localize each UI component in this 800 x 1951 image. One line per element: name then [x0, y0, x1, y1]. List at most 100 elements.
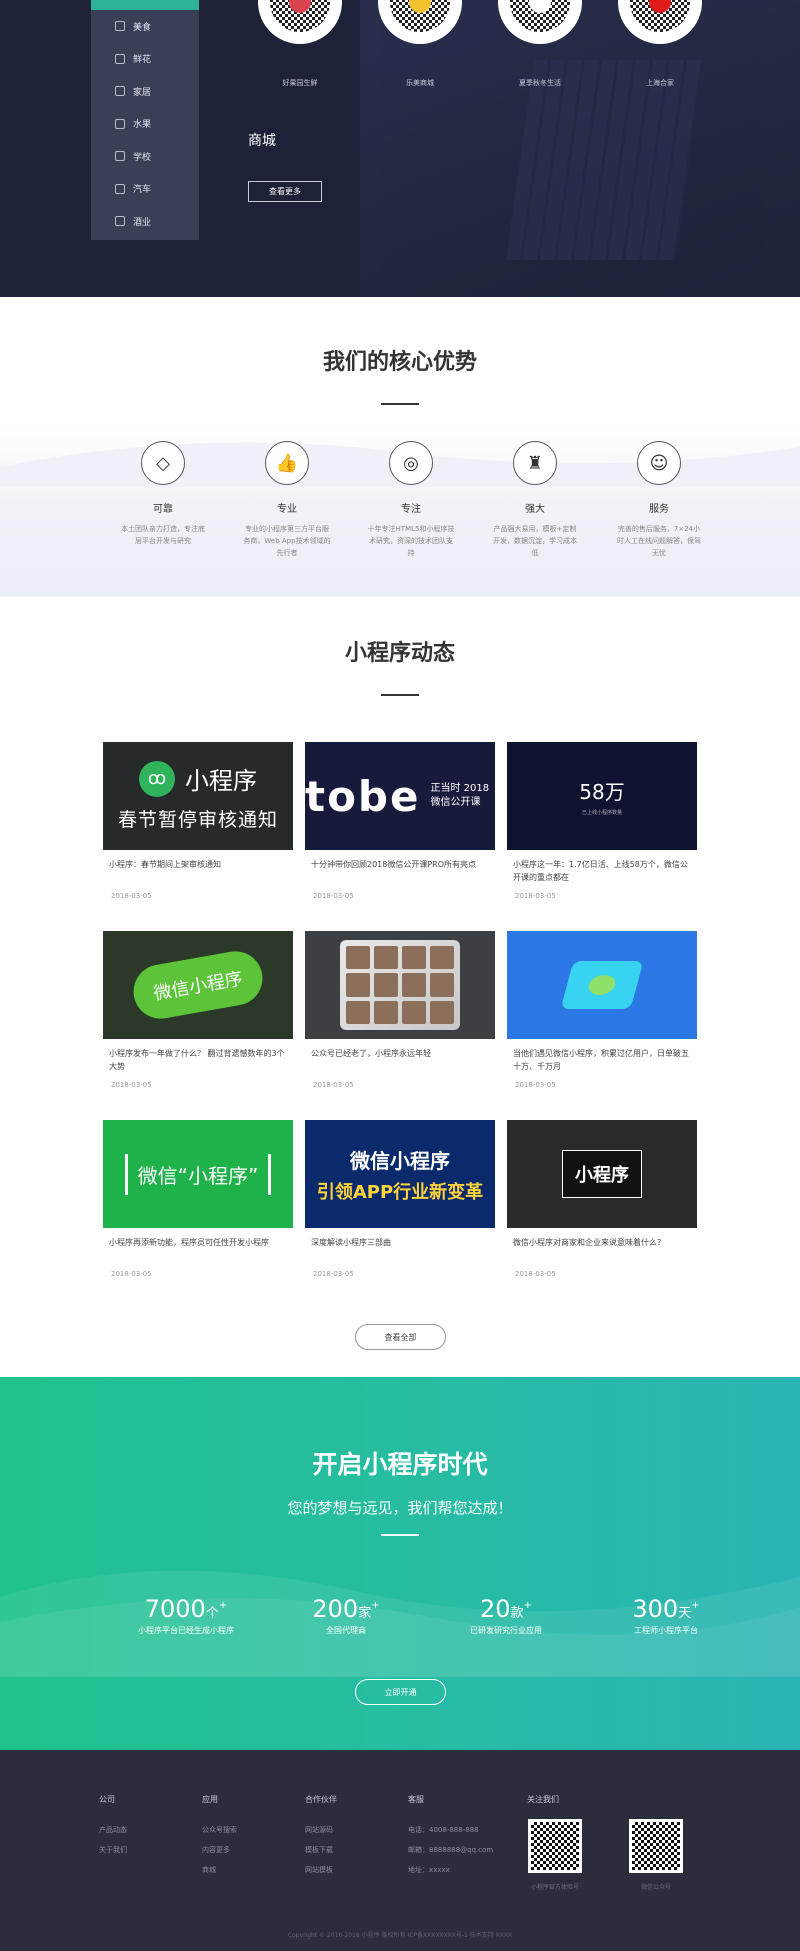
stats-row: 7000个+ 小程序平台已经生成小程序 200家+ 全国代理商 20款+ 已研发… [106, 1595, 746, 1636]
thumbnail-text: 微信“小程序” [124, 1153, 272, 1195]
menu-item-flower[interactable]: 鲜花 [91, 43, 199, 76]
news-thumbnail: 微信“小程序” [103, 1120, 293, 1228]
advantage-item: ☺ 服务 完善的售后服务，7×24小时人工在线问题解答，保驾无忧 [597, 441, 721, 559]
advantage-name: 专注 [401, 504, 421, 515]
news-title[interactable]: 小程序发布一年做了什么？ 翻过背遗憾数年的3个大势 [103, 1047, 293, 1073]
footer-link[interactable]: 网站源码 [305, 1825, 337, 1835]
site-footer: 公司 产品动态 关于我们 应用 公众号搜索 内容更多 商城 合作伙伴 网站源码 … [0, 1750, 800, 1951]
cta-title: 开启小程序时代 [312, 1450, 488, 1479]
news-card[interactable]: 小程序 微信小程序对商家和企业来说意味着什么？ 2018-03-05 [507, 1120, 697, 1309]
footer-column-company: 公司 产品动态 关于我们 [99, 1794, 127, 1855]
advantage-item: ♜ 强大 产品强大易用，模板+定制开发，数据沉淀，学习成本低 [473, 441, 597, 559]
news-title[interactable]: 微信小程序对商家和企业来说意味着什么？ [507, 1236, 697, 1262]
school-icon [115, 151, 125, 162]
hero-banner: 美食 鲜花 家居 水果 学校 汽车 酒业 好果园生鲜 乐美商城 夏季秋冬生活 上… [0, 0, 800, 297]
qr-code-image [618, 0, 702, 44]
thumbnail-text: 微信小程序 [350, 1148, 450, 1173]
footer-link[interactable]: 商城 [202, 1865, 237, 1875]
news-card[interactable]: ꝏ 小程序 春节暂停审核通知 小程序：春节期间上架审核通知 2018-03-05 [103, 742, 293, 931]
footer-column-apps: 应用 公众号搜索 内容更多 商城 [202, 1794, 237, 1875]
footer-column-title: 合作伙伴 [305, 1795, 337, 1804]
flower-icon [115, 53, 125, 64]
footer-column-support: 客服 电话：4008-888-888 邮箱：8888888@qq.com 地址：… [408, 1794, 493, 1875]
target-icon: ◎ [389, 441, 433, 485]
news-date: 2018-03-05 [515, 1270, 556, 1278]
news-card[interactable]: 微信小程序 引领APP行业新变革 深度解读小程序三部曲 2018-03-05 [305, 1120, 495, 1309]
stat-number: 7000 [144, 1595, 206, 1623]
footer-link[interactable]: 网站模板 [305, 1865, 337, 1875]
news-card[interactable]: 微信小程序 小程序发布一年做了什么？ 翻过背遗憾数年的3个大势 2018-03-… [103, 931, 293, 1120]
footer-column-title: 应用 [202, 1795, 218, 1804]
news-title[interactable]: 深度解读小程序三部曲 [305, 1236, 495, 1262]
stat-label: 工程师小程序平台 [634, 1626, 698, 1635]
news-card[interactable]: 58万 已上线小程序数量 小程序这一年：1.7亿日活、上线58万个，微信公开课的… [507, 742, 697, 931]
news-date: 2018-03-05 [313, 1270, 354, 1278]
menu-item-school[interactable]: 学校 [91, 140, 199, 173]
stat-item: 20款+ 已研发研究行业应用 [426, 1595, 586, 1636]
menu-item-fruit[interactable]: 水果 [91, 108, 199, 141]
menu-item-food[interactable]: 美食 [91, 10, 199, 43]
menu-item-wine[interactable]: 酒业 [91, 205, 199, 238]
news-title[interactable]: 十分钟带你回顾2018微信公开课PRO所有亮点 [305, 858, 495, 884]
qr-item[interactable]: 好果园生鲜 [240, 0, 360, 88]
news-date: 2018-03-05 [111, 1081, 152, 1089]
footer-link[interactable]: 公众号搜索 [202, 1825, 237, 1835]
news-date: 2018-03-05 [515, 1081, 556, 1089]
stat-unit: 个 [205, 1606, 219, 1621]
mini-program-news-section: 小程序动态 ꝏ 小程序 春节暂停审核通知 小程序：春节期间上架审核通知 2018-… [0, 597, 800, 1377]
plus-icon: + [691, 1600, 700, 1611]
news-title[interactable]: 小程序再添新功能，程序员可任性开发小程序 [103, 1236, 293, 1262]
view-more-button[interactable]: 查看更多 [248, 181, 322, 202]
plus-icon: + [523, 1600, 532, 1611]
advantages-list: ◇ 可靠 本土团队亲力打造，专注底层平台开发与研究 👍 专业 专业的小程序第三方… [0, 441, 800, 559]
advantage-item: ◎ 专注 十年专注HTML5和小程序技术研究，资深的技术团队支持 [349, 441, 473, 559]
cta-banner: 开启小程序时代 您的梦想与远见，我们帮您达成！ 7000个+ 小程序平台已经生成… [0, 1377, 800, 1750]
news-card[interactable]: 公众号已经老了，小程序永远年轻 2018-03-05 [305, 931, 495, 1120]
advantage-desc: 本土团队亲力打造，专注底层平台开发与研究 [121, 525, 205, 545]
news-date: 2018-03-05 [313, 892, 354, 900]
title-divider [381, 403, 419, 405]
footer-link[interactable]: 关于我们 [99, 1845, 127, 1855]
open-now-button[interactable]: 立即开通 [355, 1679, 446, 1705]
thumbnail-text: 已上线小程序数量 [581, 810, 622, 816]
view-all-button[interactable]: 查看全部 [355, 1324, 446, 1350]
news-thumbnail [507, 931, 697, 1039]
thumbnail-text: 正当时 2018 微信公开课 [430, 783, 490, 808]
news-card[interactable]: 当他们遇见微信小程序，积累过亿用户，日单破五十万、千万月 2018-03-05 [507, 931, 697, 1120]
menu-item-label: 酒业 [133, 217, 152, 228]
trophy-icon: ♜ [513, 441, 557, 485]
mini-program-logo-icon: ꝏ [139, 760, 175, 797]
qr-item[interactable]: 乐美商城 [360, 0, 480, 88]
side-menu-active-bar [91, 0, 199, 10]
thumbnail-text: 58万 [579, 780, 625, 804]
advantage-desc: 完善的售后服务，7×24小时人工在线问题解答，保驾无忧 [617, 525, 701, 557]
qr-label: 好果园生鲜 [282, 79, 318, 87]
news-card[interactable]: tobe 正当时 2018 微信公开课 十分钟带你回顾2018微信公开课PRO所… [305, 742, 495, 931]
news-title[interactable]: 小程序：春节期间上架审核通知 [103, 858, 293, 884]
qr-item[interactable]: 上海合家 [600, 0, 720, 88]
news-card[interactable]: 微信“小程序” 小程序再添新功能，程序员可任性开发小程序 2018-03-05 [103, 1120, 293, 1309]
car-icon [115, 183, 125, 194]
stat-label: 全国代理商 [326, 1626, 366, 1635]
news-thumbnail: ꝏ 小程序 春节暂停审核通知 [103, 742, 293, 850]
menu-item-home[interactable]: 家居 [91, 75, 199, 108]
plus-icon: + [218, 1600, 228, 1611]
menu-item-car[interactable]: 汽车 [91, 173, 199, 206]
news-title[interactable]: 公众号已经老了，小程序永远年轻 [305, 1047, 495, 1073]
stat-number: 300 [632, 1595, 679, 1623]
advantage-name: 专业 [277, 504, 297, 515]
footer-link[interactable]: 内容更多 [202, 1845, 237, 1855]
footer-link[interactable]: 模板下载 [305, 1845, 337, 1855]
footer-contact[interactable]: 邮箱：8888888@qq.com [408, 1845, 493, 1855]
news-title[interactable]: 小程序这一年：1.7亿日活、上线58万个，微信公开课的重点都在 [507, 858, 697, 884]
menu-item-label: 水果 [133, 120, 152, 131]
footer-contact: 电话：4008-888-888 [408, 1826, 479, 1834]
stat-number: 200 [312, 1595, 359, 1623]
news-title[interactable]: 当他们遇见微信小程序，积累过亿用户，日单破五十万、千万月 [507, 1047, 697, 1073]
footer-link[interactable]: 产品动态 [99, 1825, 127, 1835]
footer-column-title: 关注我们 [527, 1795, 559, 1804]
footer-qr-label: 微信公众号 [640, 1884, 671, 1891]
isometric-chat-image [560, 961, 644, 1009]
qr-item[interactable]: 夏季秋冬生活 [480, 0, 600, 88]
cta-subtitle: 您的梦想与远见，我们帮您达成！ [287, 1499, 513, 1517]
